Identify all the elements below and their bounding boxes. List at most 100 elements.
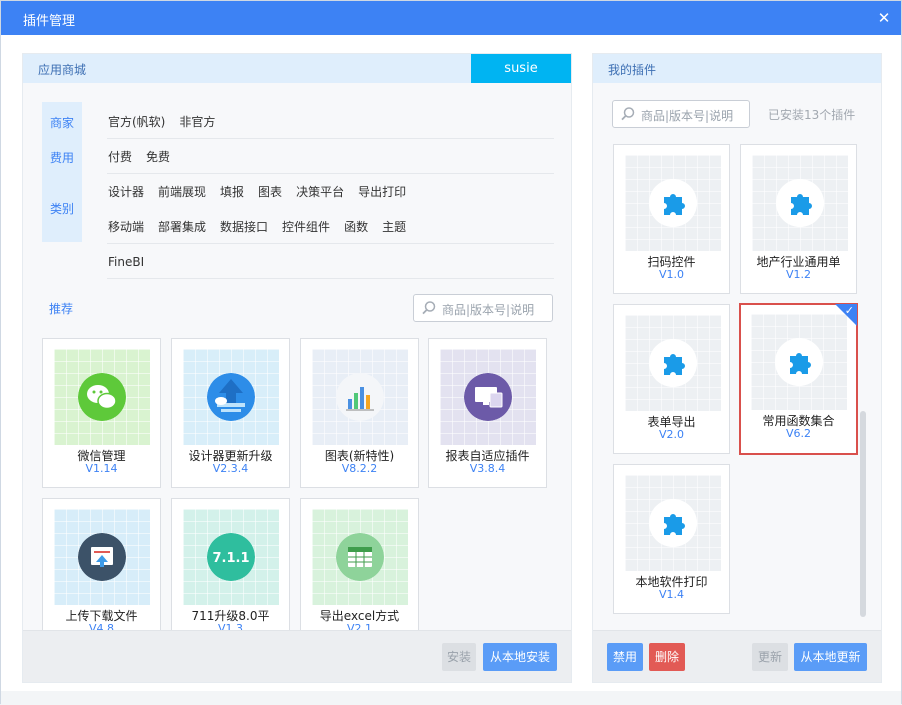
store-search-input[interactable]: 商品|版本号|说明: [413, 294, 553, 322]
plugin-card-wechat[interactable]: 微信管理 V1.14: [42, 338, 161, 488]
plugin-version: V1.0: [658, 268, 685, 281]
wechat-icon: [78, 373, 126, 421]
delete-button[interactable]: 删除: [649, 643, 685, 671]
tab-vendor[interactable]: 商家: [42, 114, 82, 131]
my-plugin-card-scan[interactable]: 扫码控件 V1.0: [613, 144, 730, 294]
disable-button[interactable]: 禁用: [607, 643, 643, 671]
filter-official[interactable]: 官方(帆软): [108, 105, 165, 139]
plugin-version: V8.2.2: [341, 462, 378, 475]
window-title: 插件管理: [23, 14, 76, 29]
plugin-thumbnail: [625, 315, 721, 411]
version-badge-icon: 7.1.1: [207, 533, 255, 581]
upload-file-icon: [78, 533, 126, 581]
plugin-thumbnail: [312, 349, 408, 445]
plugin-card-upload-download[interactable]: 上传下载文件 V4.8: [42, 498, 161, 632]
plugin-version: V3.8.4: [469, 462, 506, 475]
plugin-card-711-upgrade[interactable]: 7.1.1 711升级8.0平 V1.3: [171, 498, 290, 632]
plugin-card-chart[interactable]: 图表(新特性) V8.2.2: [300, 338, 419, 488]
plugin-thumbnail: [54, 349, 150, 445]
bar-chart-icon: [336, 373, 384, 421]
plugin-version: V1.4: [658, 588, 685, 601]
puzzle-icon: [776, 179, 824, 227]
my-plugin-card-form-export[interactable]: 表单导出 V2.0: [613, 304, 730, 454]
tab-category[interactable]: 类别: [42, 200, 82, 217]
cost-filter-row: 付费 免费: [107, 140, 554, 174]
plugin-version: V1.2: [785, 268, 812, 281]
filter-function[interactable]: 函数: [344, 210, 368, 244]
category-filter-row-3: FineBI: [107, 245, 554, 279]
recommend-label: 推荐: [49, 302, 74, 316]
my-plugins-list: 扫码控件 V1.0 地产行业通用单 V1.2 表单导出 V2.0 ✓ 常用函数集…: [593, 142, 883, 620]
bottom-strip: [1, 691, 901, 705]
installed-count: 已安装13个插件: [768, 108, 856, 122]
search-icon: [621, 107, 635, 121]
filter-frontend[interactable]: 前端展现: [158, 175, 206, 209]
filter-theme[interactable]: 主题: [382, 210, 406, 244]
plugin-thumbnail: 7.1.1: [183, 509, 279, 605]
my-plugins-title: 我的插件: [608, 63, 657, 77]
my-plugins-header: 我的插件: [593, 54, 881, 83]
plugin-version: V1.14: [85, 462, 118, 475]
puzzle-icon: [775, 338, 823, 386]
plugin-thumbnail: [440, 349, 536, 445]
vendor-filter-row: 官方(帆软) 非官方: [107, 105, 554, 139]
close-button[interactable]: ✕: [873, 7, 895, 29]
filter-fill[interactable]: 填报: [220, 175, 244, 209]
responsive-screens-icon: [464, 373, 512, 421]
app-store-panel: 应用商城 susie 商家 费用 类别 官方(帆软) 非官方 付费 免费 设计器 前端…: [22, 53, 572, 683]
plugin-thumbnail: [183, 349, 279, 445]
filter-data-interface[interactable]: 数据接口: [220, 210, 268, 244]
plugin-card-designer-upgrade[interactable]: 设计器更新升级 V2.3.4: [171, 338, 290, 488]
upgrade-arrow-icon: [207, 373, 255, 421]
plugin-card-export-excel[interactable]: 导出excel方式 V2.1: [300, 498, 419, 632]
filter-designer[interactable]: 设计器: [108, 175, 144, 209]
checkmark-icon: ✓: [844, 304, 854, 317]
tab-cost[interactable]: 费用: [42, 149, 82, 166]
update-local-button[interactable]: 从本地更新: [794, 643, 867, 671]
plugin-version: V6.2: [785, 427, 812, 440]
plugin-thumbnail: [752, 155, 848, 251]
filter-decision[interactable]: 决策平台: [296, 175, 344, 209]
search-icon: [422, 301, 436, 315]
app-store-title: 应用商城: [38, 63, 87, 77]
plugin-thumbnail: [312, 509, 408, 605]
plugin-version: V2.3.4: [212, 462, 249, 475]
puzzle-icon: [649, 499, 697, 547]
my-plugin-card-local-print[interactable]: 本地软件打印 V1.4: [613, 464, 730, 614]
plugin-thumbnail: [54, 509, 150, 605]
my-plugins-search-input[interactable]: 商品|版本号|说明: [612, 100, 750, 128]
search-placeholder: 商品|版本号|说明: [442, 303, 535, 317]
plugin-manager-dialog: 插件管理 ✕ 应用商城 susie 商家 费用 类别 官方(帆软) 非官方 付费免…: [0, 0, 902, 705]
store-footer: 安装 从本地安装: [23, 630, 571, 682]
user-tab[interactable]: susie: [471, 54, 571, 83]
puzzle-icon: [649, 339, 697, 387]
install-button[interactable]: 安装: [442, 643, 476, 671]
plugin-thumbnail: [625, 155, 721, 251]
my-plugin-card-real-estate[interactable]: 地产行业通用单 V1.2: [740, 144, 857, 294]
plugin-thumbnail: [625, 475, 721, 571]
filter-mobile[interactable]: 移动端: [108, 210, 144, 244]
filter-paid[interactable]: 付费: [108, 140, 132, 174]
install-local-button[interactable]: 从本地安装: [483, 643, 557, 671]
update-button[interactable]: 更新: [752, 643, 788, 671]
app-store-header: 应用商城 susie: [23, 54, 571, 83]
my-plugins-footer: 禁用 删除 更新 从本地更新: [593, 630, 881, 682]
filter-chart[interactable]: 图表: [258, 175, 282, 209]
filter-widget[interactable]: 控件组件: [282, 210, 330, 244]
search-placeholder: 商品|版本号|说明: [641, 109, 734, 123]
my-plugins-panel: 我的插件 商品|版本号|说明 扫码控件 V1.0 地产行业通用单 V1.2 表单…: [592, 53, 882, 683]
plugin-card-responsive-report[interactable]: 报表自适应插件 V3.8.4: [428, 338, 547, 488]
filter-free[interactable]: 免费: [146, 140, 170, 174]
my-plugin-card-common-functions[interactable]: ✓ 常用函数集合 V6.2: [739, 303, 858, 455]
plugin-thumbnail: [751, 314, 847, 410]
plugin-version: V2.0: [658, 428, 685, 441]
filter-export[interactable]: 导出打印: [358, 175, 406, 209]
my-plugins-scrollbar[interactable]: [860, 411, 866, 617]
version-badge-text: 7.1.1: [212, 551, 249, 566]
filter-unofficial[interactable]: 非官方: [179, 105, 215, 139]
puzzle-icon: [649, 179, 697, 227]
filter-finebi[interactable]: FineBI: [108, 245, 144, 279]
category-filter-row-1: 设计器 前端展现 填报 图表 决策平台 导出打印: [107, 175, 554, 209]
filter-deploy[interactable]: 部署集成: [158, 210, 206, 244]
filter-tabs: 商家 费用 类别: [42, 102, 82, 242]
